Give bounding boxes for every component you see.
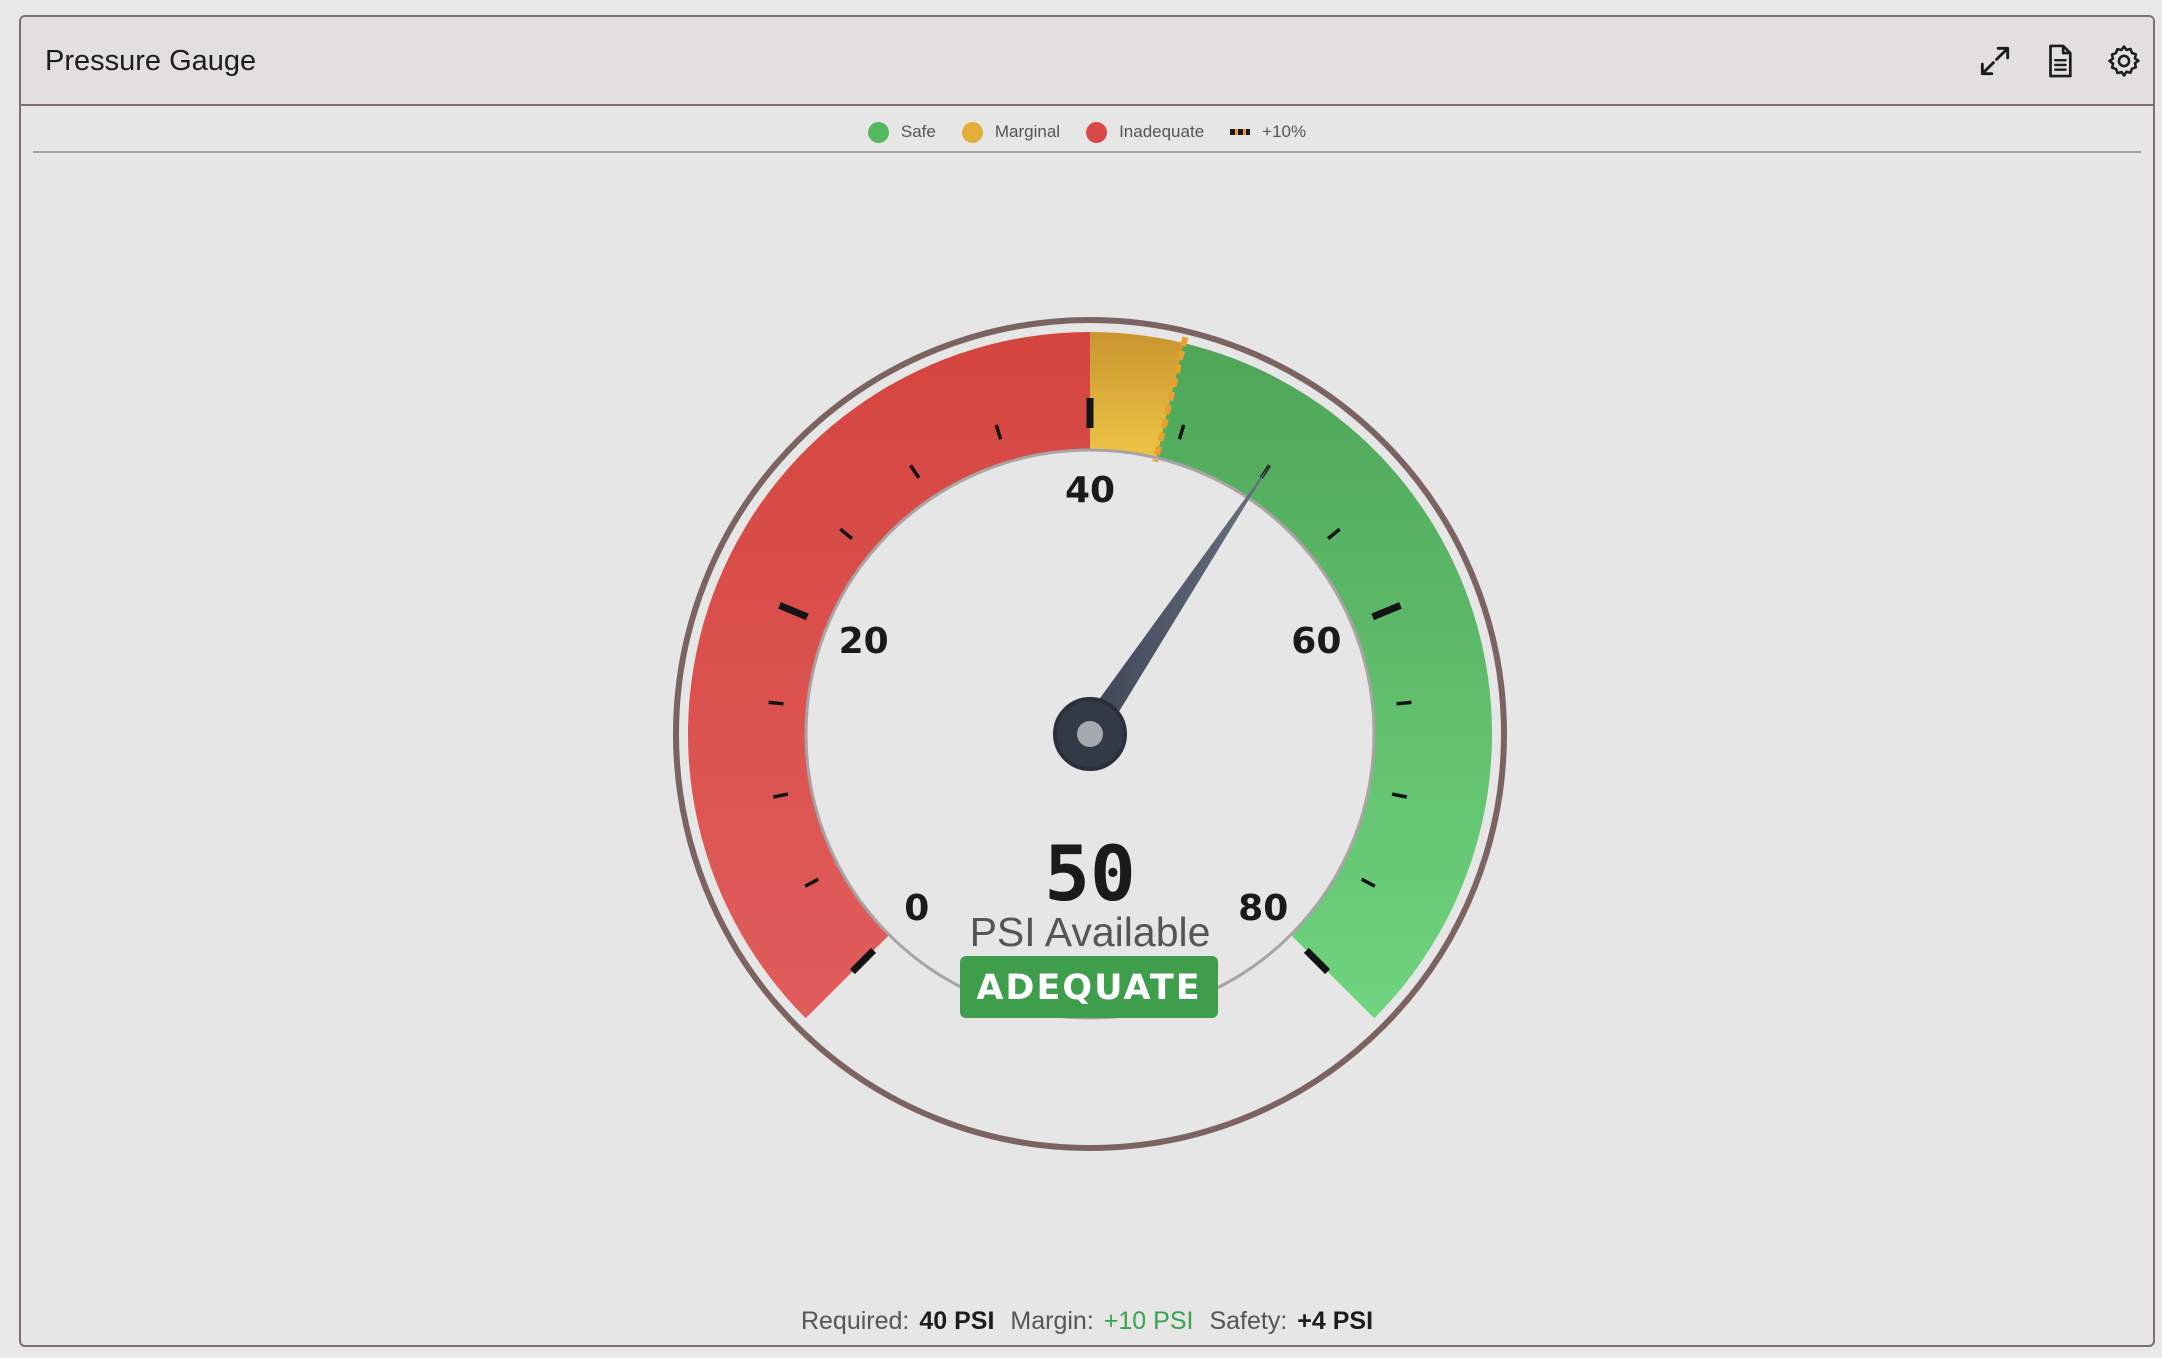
pressure-gauge-panel: Pressure Gauge Safe Marginal Inadequate … [19, 15, 2155, 1347]
minor-tick [768, 700, 784, 706]
pressure-gauge: 0 20 40 60 80 50 PSI Available ADEQUATE [673, 317, 1507, 1151]
margin-value: +10 PSI [1103, 1307, 1194, 1335]
safety-stat: Safety: +4 PSI [1209, 1307, 1373, 1336]
tick-label: 60 [1291, 621, 1341, 662]
gauge-value: 50 [1044, 829, 1136, 918]
margin-label: Margin: [1010, 1307, 1094, 1335]
tick-label: 20 [839, 621, 889, 662]
safety-label: Safety: [1209, 1307, 1288, 1335]
required-value: 40 PSI [919, 1307, 995, 1335]
tick-label: 0 [904, 888, 929, 929]
minor-tick [1396, 700, 1412, 706]
status-badge-label: ADEQUATE [976, 968, 1201, 1008]
tick-label: 40 [1065, 470, 1115, 511]
safety-value: +4 PSI [1297, 1307, 1374, 1335]
gauge-footer: Required: 40 PSI Margin: +10 PSI Safety:… [21, 1307, 2153, 1336]
required-stat: Required: 40 PSI [801, 1307, 994, 1336]
gauge-unit-label: PSI Available [970, 909, 1211, 955]
needle-hub-cap [1077, 721, 1103, 747]
required-label: Required: [800, 1307, 910, 1335]
margin-stat: Margin: +10 PSI [1010, 1307, 1193, 1336]
tick-label: 80 [1238, 888, 1288, 929]
